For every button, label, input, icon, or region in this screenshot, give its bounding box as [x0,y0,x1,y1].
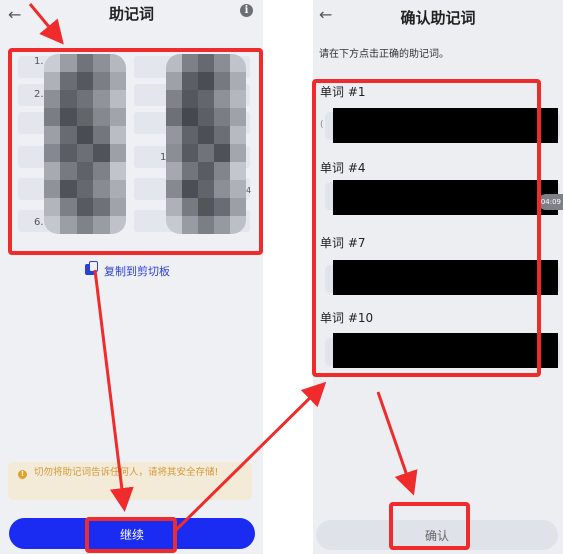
arrow-to-confirm-button [376,391,418,496]
annotation-arrows [28,3,418,532]
arrow-to-continue-button [93,269,134,512]
arrow-to-word-selection [174,381,327,532]
arrow-to-mnemonic-area [28,3,64,45]
